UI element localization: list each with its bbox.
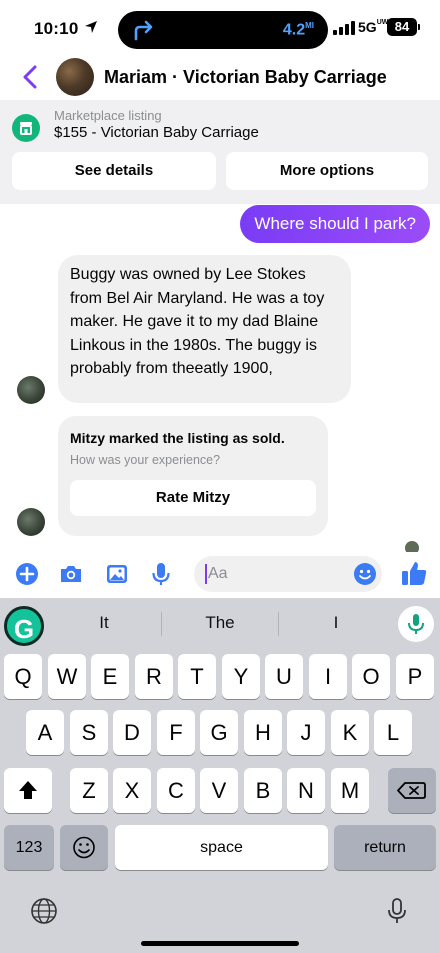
camera-icon[interactable] <box>58 561 84 587</box>
distance-value: 4.2 <box>282 21 306 39</box>
key-q[interactable]: Q <box>4 654 42 699</box>
more-options-button[interactable]: More options <box>226 152 428 190</box>
text-caret <box>205 564 207 584</box>
key-y[interactable]: Y <box>222 654 260 699</box>
return-key[interactable]: return <box>334 825 436 870</box>
dynamic-island[interactable]: 4.2MI <box>118 11 328 49</box>
key-g[interactable]: G <box>200 710 238 755</box>
key-a[interactable]: A <box>26 710 64 755</box>
key-p[interactable]: P <box>396 654 434 699</box>
received-message-bubble[interactable]: Buggy was owned by Lee Stokes from Bel A… <box>58 255 351 403</box>
emoji-keyboard-icon <box>73 836 95 859</box>
suggestion-word[interactable]: I <box>302 613 370 633</box>
sold-notice-subtitle: How was your experience? <box>70 453 221 467</box>
see-details-button[interactable]: See details <box>12 152 216 190</box>
onscreen-keyboard: G It The I Q W E R T Y U I O P A S D F G… <box>0 598 440 953</box>
message-composer: Aa <box>0 552 440 598</box>
plus-icon[interactable] <box>14 561 40 587</box>
listing-price-title[interactable]: $155 - Victorian Baby Carriage <box>54 124 259 141</box>
avatar[interactable] <box>56 58 94 96</box>
emoji-icon[interactable] <box>352 561 378 587</box>
key-e[interactable]: E <box>91 654 129 699</box>
suggestion-word[interactable]: It <box>70 613 138 633</box>
key-s[interactable]: S <box>70 710 108 755</box>
space-key[interactable]: space <box>115 825 328 870</box>
key-d[interactable]: D <box>113 710 151 755</box>
key-u[interactable]: U <box>265 654 303 699</box>
listing-label: Marketplace listing <box>54 108 162 123</box>
sold-notice-title: Mitzy marked the listing as sold. <box>70 430 285 446</box>
distance-unit: MI <box>305 21 314 30</box>
key-w[interactable]: W <box>48 654 86 699</box>
numbers-key[interactable]: 123 <box>4 825 54 870</box>
status-time: 10:10 <box>34 19 79 38</box>
emoji-key[interactable] <box>60 825 108 870</box>
network-indicator: 5GUW <box>358 19 389 35</box>
home-indicator[interactable] <box>141 941 299 946</box>
key-b[interactable]: B <box>244 768 282 813</box>
backspace-key[interactable] <box>388 768 436 813</box>
key-z[interactable]: Z <box>70 768 108 813</box>
listing-sold-card: Mitzy marked the listing as sold. How wa… <box>58 416 328 536</box>
key-c[interactable]: C <box>157 768 195 813</box>
conversation-header: Mariam · Victorian Baby Carriage <box>0 56 440 100</box>
key-j[interactable]: J <box>287 710 325 755</box>
key-k[interactable]: K <box>331 710 369 755</box>
voice-icon <box>408 614 424 634</box>
location-arrow-icon <box>85 21 97 33</box>
key-h[interactable]: H <box>244 710 282 755</box>
message-input-placeholder: Aa <box>208 565 228 582</box>
suggestion-word[interactable]: The <box>170 613 270 633</box>
suggestion-bar: G It The I <box>0 598 440 648</box>
status-bar: 10:10 4.2MI 5GUW 84 <box>0 0 440 56</box>
suggestion-divider <box>161 612 162 636</box>
grammarly-logo[interactable]: G <box>4 606 44 646</box>
gallery-icon[interactable] <box>104 561 130 587</box>
navigation-distance: 4.2MI <box>283 21 314 39</box>
avatar[interactable] <box>17 376 45 404</box>
key-v[interactable]: V <box>200 768 238 813</box>
avatar[interactable] <box>17 508 45 536</box>
grammarly-voice-button[interactable] <box>398 606 434 642</box>
dictation-microphone-icon[interactable] <box>382 896 412 926</box>
key-t[interactable]: T <box>178 654 216 699</box>
battery-indicator: 84 <box>387 18 420 36</box>
rate-seller-button[interactable]: Rate Mitzy <box>70 480 316 516</box>
key-x[interactable]: X <box>113 768 151 813</box>
key-n[interactable]: N <box>287 768 325 813</box>
key-o[interactable]: O <box>352 654 390 699</box>
shift-key[interactable] <box>4 768 52 813</box>
marketplace-listing-panel: Marketplace listing $155 - Victorian Bab… <box>0 100 440 204</box>
thumbs-up-icon[interactable] <box>400 559 428 587</box>
sent-message-bubble[interactable]: Where should I park? <box>240 205 430 243</box>
shift-icon <box>19 781 37 799</box>
back-chevron-icon[interactable] <box>20 64 40 90</box>
globe-icon[interactable] <box>29 896 59 926</box>
key-r[interactable]: R <box>135 654 173 699</box>
marketplace-icon <box>12 114 40 142</box>
backspace-icon <box>397 782 426 799</box>
key-l[interactable]: L <box>374 710 412 755</box>
key-m[interactable]: M <box>331 768 369 813</box>
turn-arrow-icon <box>134 20 153 41</box>
conversation-title[interactable]: Mariam · Victorian Baby Carriage <box>104 67 387 88</box>
microphone-icon[interactable] <box>148 561 174 587</box>
signal-icon <box>333 20 355 35</box>
key-i[interactable]: I <box>309 654 347 699</box>
suggestion-divider <box>278 612 279 636</box>
key-f[interactable]: F <box>157 710 195 755</box>
